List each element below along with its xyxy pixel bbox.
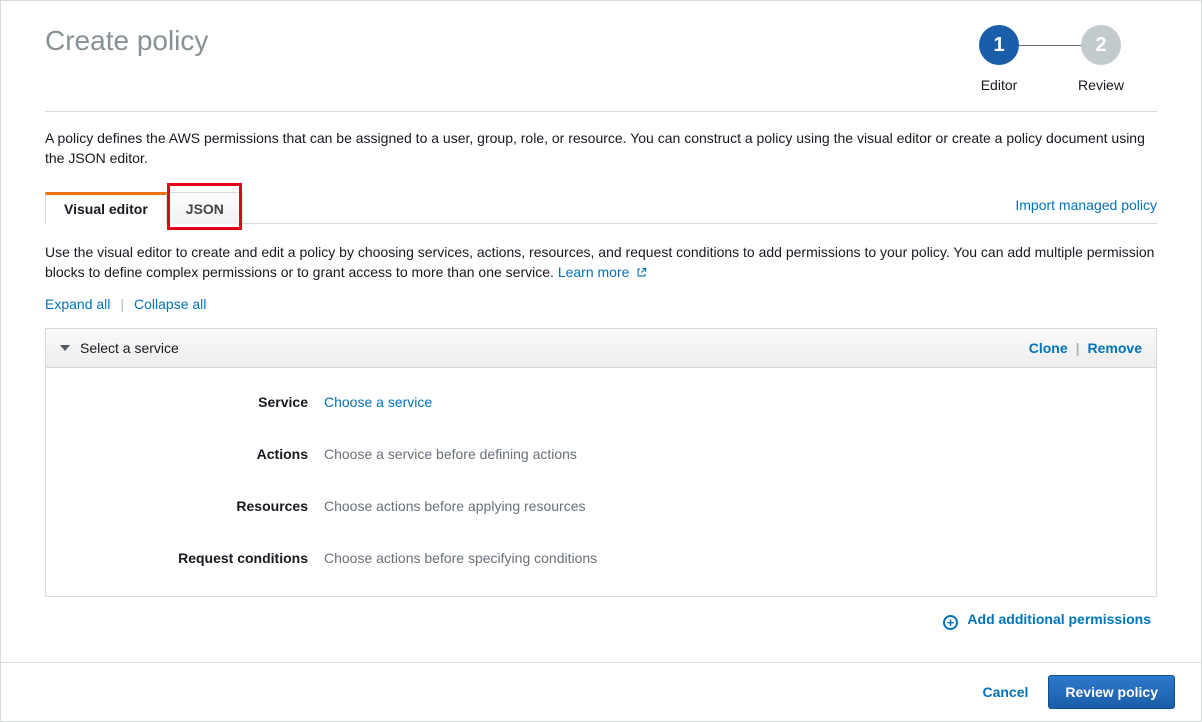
conditions-label: Request conditions [66, 550, 324, 566]
add-permissions-text: Add additional permissions [967, 611, 1151, 627]
tab-visual-editor[interactable]: Visual editor [45, 192, 167, 224]
choose-service-link[interactable]: Choose a service [324, 394, 432, 410]
actions-placeholder: Choose a service before defining actions [324, 446, 577, 462]
panel-header[interactable]: Select a service Clone | Remove [46, 329, 1156, 368]
step-label-1: Editor [981, 77, 1018, 93]
review-policy-button[interactable]: Review policy [1048, 675, 1175, 709]
learn-more-link[interactable]: Learn more [558, 264, 647, 280]
wizard-step-editor: 1 Editor [949, 25, 1049, 93]
external-link-icon [636, 267, 647, 278]
step-label-2: Review [1078, 77, 1124, 93]
wizard-steps: 1 Editor 2 Review [949, 25, 1151, 93]
page-title: Create policy [45, 25, 208, 57]
resources-placeholder: Choose actions before applying resources [324, 498, 586, 514]
caret-down-icon [60, 345, 70, 351]
separator: | [1076, 340, 1080, 356]
clone-link[interactable]: Clone [1029, 340, 1068, 356]
wizard-step-review: 2 Review [1051, 25, 1151, 93]
plus-circle-icon: + [943, 615, 958, 630]
tab-json[interactable]: JSON [167, 192, 243, 224]
separator: | [120, 296, 124, 312]
import-managed-policy-link[interactable]: Import managed policy [1015, 197, 1157, 223]
panel-title: Select a service [80, 340, 179, 356]
resources-label: Resources [66, 498, 324, 514]
collapse-all-link[interactable]: Collapse all [134, 296, 206, 312]
expand-all-link[interactable]: Expand all [45, 296, 110, 312]
actions-label: Actions [66, 446, 324, 462]
visual-editor-description: Use the visual editor to create and edit… [45, 242, 1157, 283]
tab-row: Visual editor JSON Import managed policy [45, 191, 1157, 224]
policy-description: A policy defines the AWS permissions tha… [45, 128, 1157, 169]
remove-link[interactable]: Remove [1088, 340, 1142, 356]
learn-more-text: Learn more [558, 264, 630, 280]
step-circle-1: 1 [979, 25, 1019, 65]
cancel-button[interactable]: Cancel [982, 684, 1028, 700]
permission-block-panel: Select a service Clone | Remove Service … [45, 328, 1157, 597]
step-circle-2: 2 [1081, 25, 1121, 65]
footer-bar: Cancel Review policy [1, 662, 1201, 721]
conditions-placeholder: Choose actions before specifying conditi… [324, 550, 597, 566]
divider [45, 111, 1157, 112]
service-label: Service [66, 394, 324, 410]
add-additional-permissions-link[interactable]: + Add additional permissions [943, 611, 1151, 630]
